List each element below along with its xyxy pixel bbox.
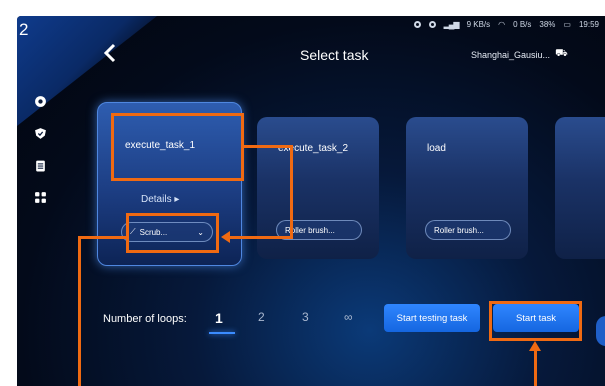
loop-option-2[interactable]: 2 — [258, 310, 265, 324]
clock: 19:59 — [578, 19, 599, 29]
connector-line — [534, 350, 537, 386]
mode-label-3: Roller brush... — [434, 225, 484, 235]
task-card-4-partial[interactable] — [555, 117, 605, 259]
loop-option-3[interactable]: 3 — [302, 310, 309, 324]
network-speed-1: 9 KB/s — [466, 19, 491, 29]
step-number: 2 — [19, 20, 29, 39]
clipboard-icon[interactable] — [34, 159, 47, 172]
location-name: Shanghai_Gausiu... — [471, 49, 551, 60]
network-speed-2: 0 B/s — [513, 19, 532, 29]
loops-label: Number of loops: — [103, 313, 187, 325]
floating-button-partial[interactable] — [596, 316, 605, 346]
loop-selected-indicator — [209, 332, 235, 334]
connector-line — [230, 236, 293, 239]
shield-icon[interactable] — [34, 127, 47, 140]
location-selector[interactable]: Shanghai_Gausiu... ⛟ — [471, 48, 568, 61]
details-link[interactable]: Details ▸ — [141, 194, 179, 205]
connector-line — [78, 236, 128, 239]
chevron-left-icon — [103, 43, 116, 63]
arrow-up-icon — [529, 341, 541, 351]
start-testing-task-button[interactable]: Start testing task — [384, 304, 480, 332]
highlight-task-name — [111, 113, 244, 181]
highlight-start-task — [489, 301, 582, 341]
grid-icon[interactable] — [34, 191, 47, 204]
camera-icon — [413, 20, 421, 28]
mode-dropdown-3[interactable]: Roller brush... — [425, 220, 511, 240]
loop-option-1[interactable]: 1 — [215, 310, 223, 326]
location-status-icon — [428, 20, 436, 28]
signal-icon: ▂▄▆ — [443, 19, 460, 29]
connector-line — [290, 145, 293, 239]
connector-line — [78, 236, 81, 386]
robot-icon: ⛟ — [555, 48, 568, 59]
wifi-icon: ◠ — [498, 19, 506, 29]
battery-icon: ▭ — [563, 19, 571, 29]
sidebar — [30, 95, 50, 204]
battery-level: 38% — [539, 19, 556, 29]
page-title: Select task — [300, 47, 369, 63]
highlight-mode-dropdown — [126, 213, 219, 253]
loop-option-infinite[interactable]: ∞ — [344, 310, 353, 324]
connector-line — [244, 145, 293, 148]
location-icon[interactable] — [34, 95, 47, 108]
back-button[interactable] — [103, 43, 117, 68]
task-name-3: load — [427, 143, 446, 154]
arrow-left-icon — [221, 231, 230, 243]
status-bar: ▂▄▆ 9 KB/s ◠ 0 B/s 38% ▭ 19:59 — [413, 17, 599, 31]
